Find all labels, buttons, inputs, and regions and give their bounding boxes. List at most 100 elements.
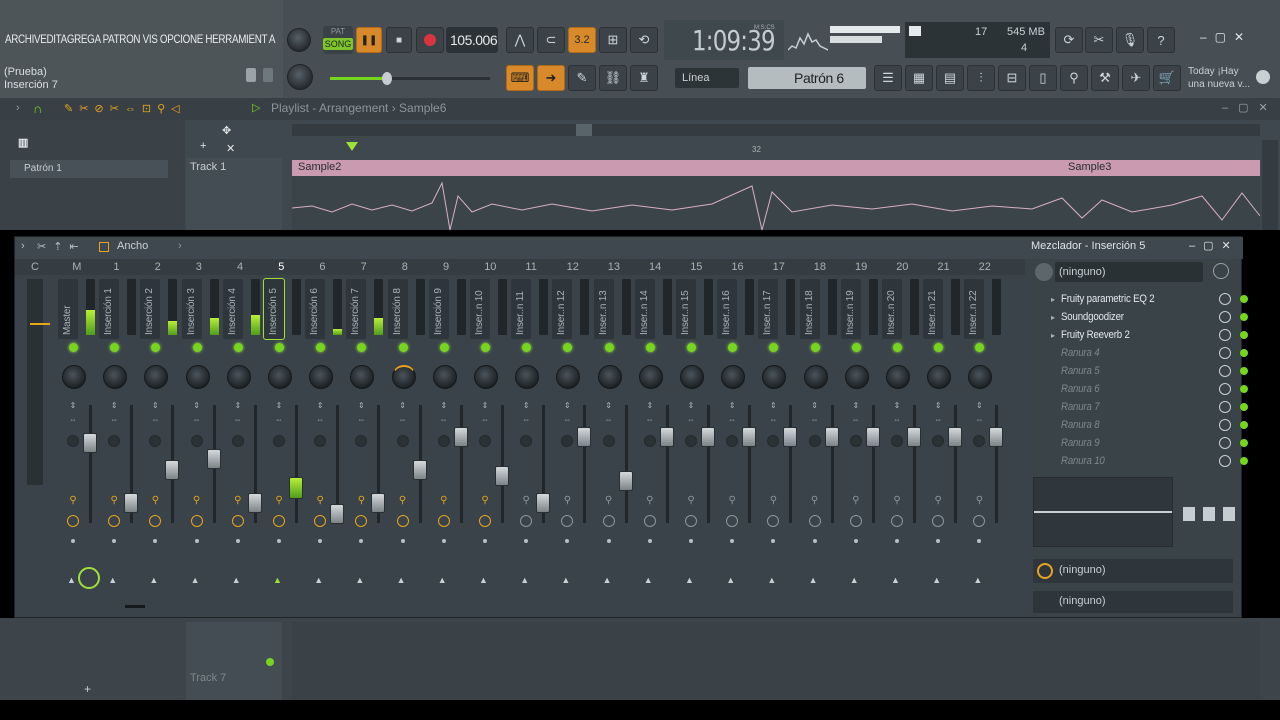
clip-sample2[interactable]: Sample2 xyxy=(298,161,341,173)
blend-notes-icon[interactable]: ⊞ xyxy=(599,27,627,53)
strip-fader[interactable] xyxy=(659,427,674,447)
slot-mix-knob[interactable] xyxy=(1219,419,1231,431)
metronome-icon[interactable]: ⋀ xyxy=(506,27,534,53)
strip-enable-led[interactable] xyxy=(975,343,985,352)
stereo-up-icon[interactable]: ⇕ xyxy=(397,402,409,410)
stereo-up-icon[interactable]: ⇕ xyxy=(850,402,862,410)
stereo-up-icon[interactable]: ⇕ xyxy=(561,402,573,410)
piano-roll-icon[interactable]: ▦ xyxy=(905,65,933,91)
strip-pan-knob[interactable] xyxy=(226,365,251,389)
strip-record-slot[interactable] xyxy=(726,435,739,447)
strip-record-slot[interactable] xyxy=(314,435,327,447)
wait-input-icon[interactable]: ⊂ xyxy=(537,27,565,53)
track-7-led[interactable] xyxy=(266,658,274,666)
tools-wrench-icon[interactable]: ⚒ xyxy=(1091,65,1119,91)
strip-record-slot[interactable] xyxy=(932,435,945,447)
strip-enable-led[interactable] xyxy=(316,343,326,352)
mixer-strip[interactable]: Inser..n 13 ⇕ ⇔ ⚲ ▲ xyxy=(593,277,636,637)
clip-sample3[interactable]: Sample3 xyxy=(1068,161,1111,173)
strip-fader[interactable] xyxy=(618,471,633,491)
strip-pan-knob[interactable] xyxy=(638,365,663,389)
eq-band-faders[interactable] xyxy=(1179,477,1239,547)
stereo-swap-icon[interactable]: ⇔ xyxy=(314,416,326,424)
mic-small-icon[interactable] xyxy=(263,68,273,82)
strip-enable-led[interactable] xyxy=(398,343,408,352)
stereo-swap-icon[interactable]: ⇔ xyxy=(355,416,367,424)
stereo-swap-icon[interactable]: ⇔ xyxy=(67,416,79,424)
strip-record-slot[interactable] xyxy=(602,435,615,447)
track-1-header[interactable]: Track 1 xyxy=(186,158,282,230)
output-row[interactable]: (ninguno) xyxy=(1033,591,1233,613)
route-arrow-icon[interactable]: ▲ xyxy=(850,575,859,585)
fx-send-icon[interactable] xyxy=(932,515,945,527)
route-arrow-icon[interactable]: ▲ xyxy=(561,575,570,585)
stereo-swap-icon[interactable]: ⇔ xyxy=(191,416,203,424)
pat-song-switch[interactable]: PAT SONG xyxy=(323,26,353,54)
route-arrow-icon[interactable]: ▲ xyxy=(685,575,694,585)
menu-ayuda[interactable]: A xyxy=(269,32,276,46)
mixer-strip[interactable]: Inser..n 17 ⇕ ⇔ ⚲ ▲ xyxy=(758,277,800,637)
mixer-strip[interactable]: Inser..n 16 ⇕ ⇔ ⚲ ▲ xyxy=(717,277,759,637)
mixer-strip[interactable]: Inserción 2 ⇕ ⇔ ⚲ ▲ xyxy=(140,277,182,637)
stereo-up-icon[interactable]: ⇕ xyxy=(767,402,779,410)
fx-link-icon[interactable]: ⚲ xyxy=(809,495,821,507)
mixer-strip[interactable]: Inser..n 15 ⇕ ⇔ ⚲ ▲ xyxy=(676,277,718,637)
strip-pan-knob[interactable] xyxy=(886,365,910,389)
mixer-strip[interactable]: Inserción 5 ⇕ ⇔ ⚲ ▲ xyxy=(263,277,306,637)
strip-fader[interactable] xyxy=(371,493,386,513)
mixer-strip[interactable]: Inserción 6 ⇕ ⇔ ⚲ ▲ xyxy=(305,277,347,637)
horizontal-scrollbar[interactable] xyxy=(292,124,1260,136)
route-arrow-icon[interactable]: ▲ xyxy=(314,575,323,585)
slot-mix-knob[interactable] xyxy=(1219,347,1231,359)
strip-record-slot[interactable] xyxy=(273,435,285,447)
record-arrow-icon[interactable]: ➜ xyxy=(537,65,565,91)
fx-link-icon[interactable]: ⚲ xyxy=(685,495,697,507)
strip-pan-knob[interactable] xyxy=(721,365,746,389)
mixer-strip[interactable]: Inserción 3 ⇕ ⇔ ⚲ ▲ xyxy=(181,277,224,637)
stereo-swap-icon[interactable]: ⇔ xyxy=(685,416,697,424)
mixer-strip[interactable]: Inser..n 22 ⇕ ⇔ ⚲ ▲ xyxy=(964,277,1006,637)
fx-send-icon[interactable] xyxy=(273,515,285,527)
strip-record-slot[interactable] xyxy=(437,435,450,447)
strip-enable-led[interactable] xyxy=(481,343,490,352)
route-arrow-icon[interactable]: ▲ xyxy=(932,575,941,585)
menu-patron[interactable]: PATRON xyxy=(103,32,141,46)
strip-fader[interactable] xyxy=(206,449,221,469)
slot-enable-led[interactable] xyxy=(1240,349,1248,357)
fx-slot[interactable]: Ranura 4 xyxy=(1051,344,1251,362)
fx-link-icon[interactable]: ⚲ xyxy=(273,495,285,507)
song-label[interactable]: SONG xyxy=(323,38,353,50)
fx-send-icon[interactable] xyxy=(108,515,121,527)
fx-send-icon[interactable] xyxy=(849,515,862,527)
slot-mix-knob[interactable] xyxy=(1219,329,1231,341)
stereo-swap-icon[interactable]: ⇔ xyxy=(644,416,656,424)
strip-label[interactable]: Inser..n 21 xyxy=(923,279,944,339)
strip-pan-knob[interactable] xyxy=(62,365,86,389)
fx-link-icon[interactable]: ⚲ xyxy=(932,495,944,507)
strip-enable-led[interactable] xyxy=(934,343,944,352)
menu-archivo[interactable]: ARCHIV xyxy=(5,32,41,46)
strip-enable-led[interactable] xyxy=(769,343,779,352)
view-toggle-icon[interactable] xyxy=(99,242,109,252)
route-arrow-icon[interactable]: ▲ xyxy=(726,575,735,585)
slot-arrow-icon[interactable]: ▸ xyxy=(1051,295,1061,304)
slot-mix-knob[interactable] xyxy=(1219,383,1231,395)
help-icon[interactable]: ? xyxy=(1147,27,1175,53)
strip-label[interactable]: Inser..n 22 xyxy=(964,279,985,339)
stereo-swap-icon[interactable]: ⇔ xyxy=(932,416,944,424)
strip-pan-knob[interactable] xyxy=(968,365,993,389)
strip-record-slot[interactable] xyxy=(396,435,409,447)
mixer-strip[interactable]: Inserción 4 ⇕ ⇔ ⚲ ▲ xyxy=(222,277,265,637)
strip-record-slot[interactable] xyxy=(891,435,903,447)
strip-enable-led[interactable] xyxy=(851,343,861,352)
latency-icon[interactable] xyxy=(1213,263,1229,279)
stereo-swap-icon[interactable]: ⇔ xyxy=(438,416,450,424)
strip-enable-led[interactable] xyxy=(151,343,161,352)
route-arrow-icon[interactable]: ▲ xyxy=(67,575,76,585)
menu-vista[interactable]: VIS xyxy=(143,32,158,46)
strip-fader[interactable] xyxy=(165,460,180,480)
stereo-up-icon[interactable]: ⇕ xyxy=(685,402,697,410)
eq-graph[interactable] xyxy=(1033,477,1173,547)
fx-link-icon[interactable]: ⚲ xyxy=(479,495,491,507)
slot-mix-knob[interactable] xyxy=(1219,293,1231,305)
